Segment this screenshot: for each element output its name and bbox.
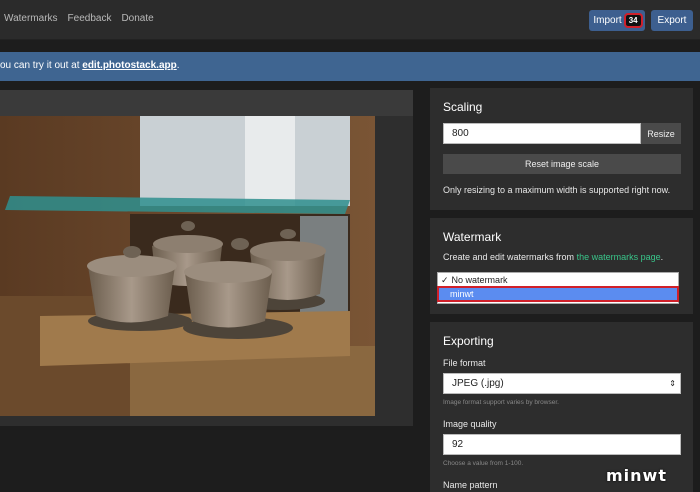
import-label: Import <box>593 15 622 26</box>
site-watermark-logo: minwt <box>606 466 667 485</box>
banner-suffix: . <box>176 60 180 71</box>
nav-watermarks[interactable]: Watermarks <box>4 13 58 24</box>
exporting-title: Exporting <box>443 334 494 348</box>
option-label: No watermark <box>451 275 508 285</box>
image-quality-hint: Choose a value from 1-100. <box>443 460 524 467</box>
select-arrows-icon: ⇕ <box>669 379 676 388</box>
file-format-value: JPEG (.jpg) <box>452 378 504 389</box>
preview-header <box>0 90 413 116</box>
file-format-select[interactable]: JPEG (.jpg) ⇕ <box>443 373 681 394</box>
watermark-title: Watermark <box>443 230 502 244</box>
watermarks-page-link[interactable]: the watermarks page <box>577 252 661 262</box>
check-icon: ✓ <box>441 274 449 285</box>
watermark-description: Create and edit watermarks from the wate… <box>443 252 663 262</box>
file-format-hint: Image format support varies by browser. <box>443 399 559 406</box>
watermark-dropdown[interactable]: ✓ No watermark minwt <box>437 272 679 304</box>
name-pattern-label: Name pattern <box>443 480 498 490</box>
info-banner: ou can try it out at edit.photostack.app… <box>0 52 700 81</box>
resize-button[interactable]: Resize <box>641 123 681 144</box>
import-count-badge: 34 <box>623 13 643 28</box>
watermark-desc-suffix: . <box>660 252 664 262</box>
reset-scale-button[interactable]: Reset image scale <box>443 154 681 174</box>
nav-feedback[interactable]: Feedback <box>68 13 112 24</box>
watermark-desc-text: Create and edit watermarks from <box>443 252 577 262</box>
dropdown-option-no-watermark[interactable]: ✓ No watermark <box>438 273 678 287</box>
dropdown-option-minwt[interactable]: minwt <box>437 286 679 302</box>
scaling-note: Only resizing to a maximum width is supp… <box>443 185 671 195</box>
scale-width-input[interactable]: 800 <box>443 123 641 144</box>
nav-links: Watermarks Feedback Donate <box>4 13 154 24</box>
import-button[interactable]: Import 34 <box>589 10 645 31</box>
export-button[interactable]: Export <box>651 10 693 31</box>
banner-text: ou can try it out at <box>0 60 83 71</box>
image-quality-label: Image quality <box>443 419 497 429</box>
scaling-title: Scaling <box>443 100 483 114</box>
file-format-label: File format <box>443 358 486 368</box>
image-quality-input[interactable]: 92 <box>443 434 681 455</box>
nav-donate[interactable]: Donate <box>121 13 153 24</box>
top-bar: Watermarks Feedback Donate Import 34 Exp… <box>0 0 700 40</box>
teacups-photo <box>0 116 375 416</box>
preview-image <box>0 116 375 416</box>
banner-link[interactable]: edit.photostack.app <box>82 60 176 71</box>
image-preview-panel <box>0 90 413 426</box>
scaling-panel: Scaling 800 Resize Reset image scale Onl… <box>430 88 693 210</box>
